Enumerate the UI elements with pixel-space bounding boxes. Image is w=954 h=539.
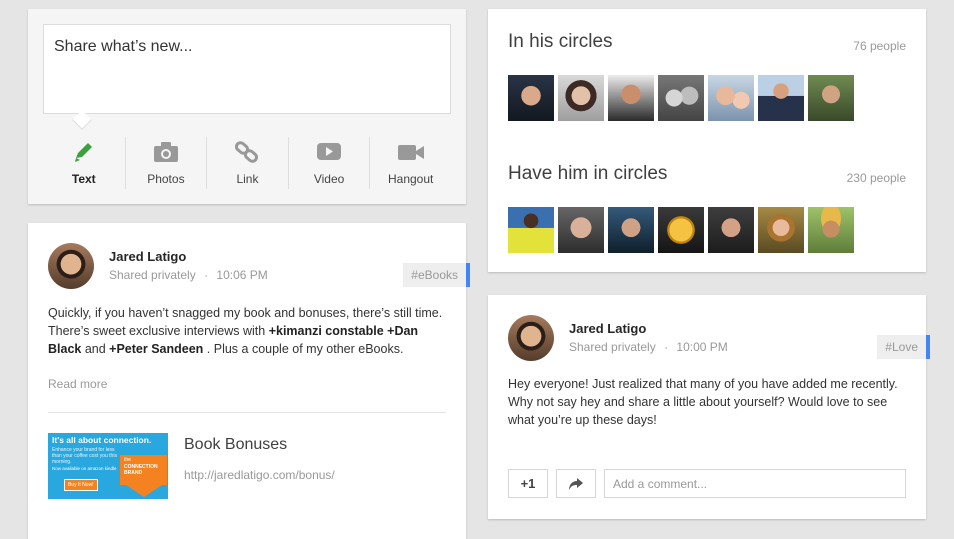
post-meta: Shared privately · 10:00 PM [569,340,728,354]
preview-arrow-shape [126,485,162,497]
avatar[interactable] [708,207,754,253]
share-text-button[interactable]: Text [43,137,125,189]
link-icon [235,141,259,163]
video-camera-icon [397,145,424,160]
preview-book-small: the [124,457,131,463]
have-in-circles-avatars [508,207,854,253]
avatar[interactable] [558,75,604,121]
share-photos-button[interactable]: Photos [124,137,207,189]
post-body: Hey everyone! Just realized that many of… [508,377,898,427]
post-time[interactable]: 10:06 PM [216,268,267,282]
plus-one-button[interactable]: +1 [508,469,548,498]
post-body: Quickly, if you haven’t snagged my book … [48,304,453,358]
avatar[interactable] [508,207,554,253]
share-video-button[interactable]: Video [287,137,370,189]
share-hangout-label: Hangout [387,172,434,186]
avatar[interactable] [558,207,604,253]
preview-book-title: CONNECTION BRAND [124,464,158,476]
preview-buy-button: Buy It Now! [64,479,98,491]
meta-separator: · [204,268,209,282]
share-link-label: Link [236,172,259,186]
in-circles-title[interactable]: In his circles [508,31,613,53]
post-author[interactable]: Jared Latigo [109,249,186,264]
post-text: and [81,342,110,356]
circles-card: In his circles 76 people Have him in cir… [488,9,926,272]
share-arrow-icon [569,477,583,490]
mention-link[interactable]: +Peter Sandeen [109,342,203,356]
avatar[interactable] [658,75,704,121]
avatar[interactable] [508,75,554,121]
avatar[interactable] [658,207,704,253]
mention-link[interactable]: +kimanzi constable [269,324,384,338]
share-box: Share what’s new... Text Photos Link Vid… [28,9,466,204]
comment-input[interactable]: Add a comment... [604,469,906,498]
avatar[interactable] [758,207,804,253]
post-text: . Plus a couple of my other eBooks. [203,342,404,356]
meta-separator: · [664,340,669,354]
avatar[interactable] [608,75,654,121]
in-circles-avatars [508,75,854,121]
avatar[interactable] [808,75,854,121]
post-meta: Shared privately · 10:06 PM [109,268,268,282]
avatar[interactable] [808,207,854,253]
post-time[interactable]: 10:00 PM [676,340,727,354]
in-circles-count: 76 people [853,39,906,53]
post-visibility[interactable]: Shared privately [569,340,656,354]
post-visibility[interactable]: Shared privately [109,268,196,282]
divider [48,412,446,413]
preview-subtext: Enhance your brand for less than your co… [52,447,117,465]
post-author[interactable]: Jared Latigo [569,321,646,336]
share-video-label: Video [313,172,345,186]
hashtag-badge[interactable]: #Love [877,335,930,359]
avatar[interactable] [708,75,754,121]
post-card: Jared Latigo Shared privately · 10:06 PM… [28,223,470,539]
share-photos-label: Photos [147,172,185,186]
camera-icon [153,142,178,162]
post-card: Jared Latigo Shared privately · 10:00 PM… [488,295,930,519]
video-play-icon [317,143,342,160]
share-hangout-button[interactable]: Hangout [369,137,451,189]
avatar[interactable] [758,75,804,121]
link-preview-image[interactable]: It's all about connection. Enhance your … [48,433,168,499]
read-more-link[interactable]: Read more [48,377,107,391]
share-link-button[interactable]: Link [206,137,288,189]
avatar[interactable] [608,207,654,253]
hashtag-badge[interactable]: #eBooks [403,263,470,287]
have-in-circles-title[interactable]: Have him in circles [508,163,667,185]
preview-availability: Now available on amazon kindle [52,466,117,471]
link-url[interactable]: http://jaredlatigo.com/bonus/ [184,468,335,482]
share-button[interactable] [556,469,596,498]
preview-headline: It's all about connection. [52,435,152,445]
preview-book-cover: the CONNECTION BRAND [120,455,167,485]
avatar[interactable] [508,315,554,361]
have-in-circles-count: 230 people [846,171,906,185]
link-title[interactable]: Book Bonuses [184,436,287,454]
pencil-icon [74,143,92,162]
share-actions: Text Photos Link Video Hangout [43,137,451,189]
avatar[interactable] [48,243,94,289]
share-input[interactable]: Share what’s new... [43,24,451,114]
share-text-label: Text [71,172,96,186]
